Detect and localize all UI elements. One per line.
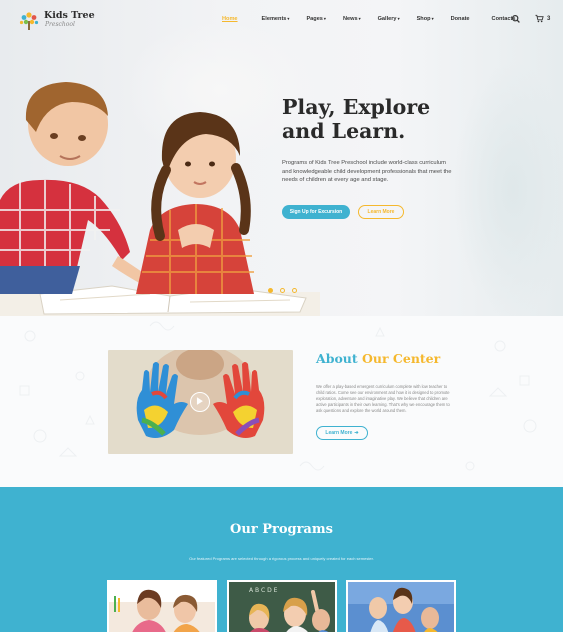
nav-item-label: Home [222,16,238,22]
sign-up-excursion-button[interactable]: Sign Up for Excursion [282,205,350,219]
cart-icon [535,14,544,23]
tree-logo-icon [19,12,39,30]
nav-item-label: News [342,16,358,22]
caret-down-icon: ▾ [323,16,326,21]
nav-item-donate[interactable]: Donate [451,16,470,22]
slider-dot-3[interactable] [292,288,297,293]
arrow-right-icon: ➔ [354,430,359,436]
about-section: About Our Center We offer a play-based e… [0,316,563,487]
program-card[interactable] [107,580,217,632]
about-title-part1: About [316,351,358,366]
program-card[interactable]: A B C D E [227,580,337,632]
hero-children-photo [0,82,320,316]
hero-title: Play, Explore and Learn. [282,95,502,143]
nav-item-shop[interactable]: Shop▾ [417,16,434,22]
site-logo[interactable]: Kids Tree Preschool [18,10,95,32]
nav-item-elements[interactable]: Elements▾ [262,16,290,22]
about-title-part2: Our Center [362,351,441,366]
button-label: Learn More [325,430,353,436]
program-photo: A B C D E [229,582,335,632]
cart-button[interactable]: 3 [535,14,550,23]
caret-down-icon: ▾ [431,16,434,21]
slider-dot-2[interactable] [280,288,285,293]
search-icon[interactable] [511,14,521,24]
svg-text:A B C D E: A B C D E [249,587,278,594]
about-title: About Our Center [316,351,440,366]
hero-title-line2: and Learn. [282,119,406,143]
logo-subtitle: Preschool [45,21,75,28]
nav-item-news[interactable]: News▾ [343,16,361,22]
nav-item-label: Pages [306,16,323,22]
programs-subtitle: Our featured Programs are selected throu… [189,556,374,561]
video-thumbnail[interactable] [108,350,293,454]
program-card[interactable] [346,580,456,632]
cart-count: 3 [547,15,551,22]
nav-item-label: Elements [261,16,287,22]
about-learn-more-button[interactable]: Learn More ➔ [316,426,368,440]
slider-pagination [268,288,304,293]
nav-item-gallery[interactable]: Gallery▾ [378,16,400,22]
hero-description: Programs of Kids Tree Preschool include … [282,160,452,184]
main-navigation: Home Elements▾ Pages▾ News▾ Gallery▾ Sho… [222,16,515,22]
hero-section: Play, Explore and Learn. Programs of Kid… [0,0,563,316]
nav-item-home[interactable]: Home [222,16,238,22]
programs-section: Our Programs Our featured Programs are s… [0,487,563,632]
site-header: Kids Tree Preschool Home Elements▾ Pages… [0,0,563,44]
program-photo [109,582,215,632]
play-button[interactable] [190,392,210,412]
program-photo [348,582,454,632]
nav-item-label: Gallery [377,16,397,22]
logo-title: Kids Tree [44,10,95,21]
about-description: We offer a play-based emergent curriculu… [316,384,450,414]
logo-text: Kids Tree Preschool [44,10,95,29]
hero-learn-more-button[interactable]: Learn More [358,205,404,219]
caret-down-icon: ▾ [397,16,400,21]
hero-title-line1: Play, Explore [282,95,431,119]
nav-item-pages[interactable]: Pages▾ [306,16,326,22]
nav-item-label: Donate [450,16,470,22]
slider-dot-1[interactable] [268,288,273,293]
caret-down-icon: ▾ [358,16,361,21]
play-icon [196,397,203,405]
nav-item-label: Shop [416,16,431,22]
programs-title: Our Programs [230,522,333,537]
caret-down-icon: ▾ [287,16,290,21]
